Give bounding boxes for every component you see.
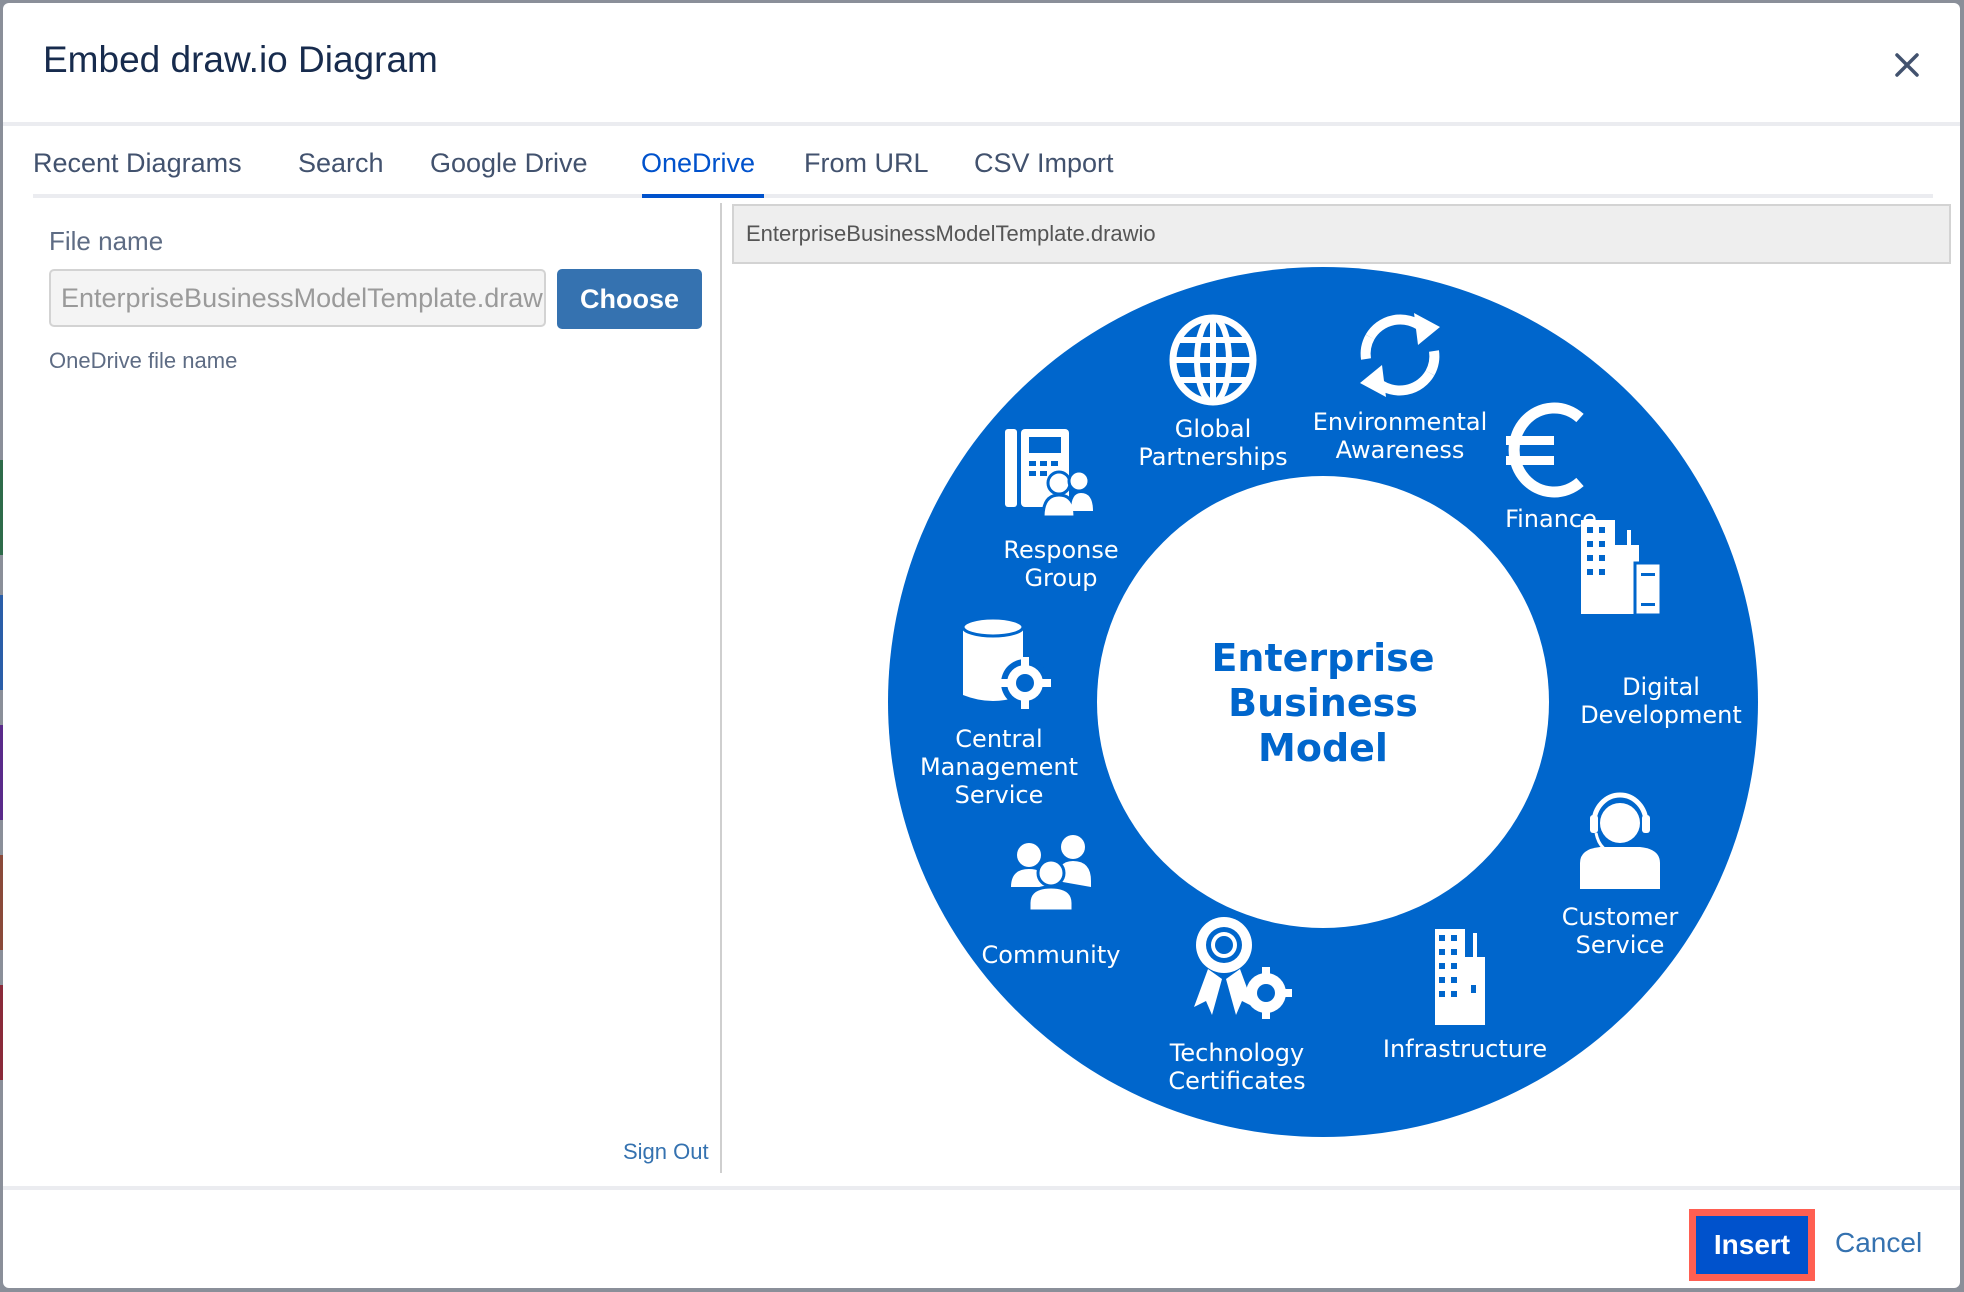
insert-button[interactable]: Insert [1696, 1216, 1808, 1274]
close-button[interactable] [1889, 47, 1925, 83]
preview-filename-bar: EnterpriseBusinessModelTemplate.drawio [732, 204, 1951, 264]
tab-search[interactable]: Search [298, 148, 384, 179]
segment-label: Infrastructure [1383, 1035, 1547, 1063]
tab-csv-import[interactable]: CSV Import [974, 148, 1114, 179]
center-title-line-3: Model [1258, 726, 1388, 770]
close-icon [1895, 53, 1919, 77]
segment-label: Technology Certificates [1168, 1039, 1305, 1095]
sign-out-link[interactable]: Sign Out [623, 1139, 709, 1165]
footer-divider [3, 1186, 1960, 1190]
center-title-line-1: Enterprise [1211, 636, 1434, 680]
segment-label: Community [982, 941, 1121, 969]
tab-from-url[interactable]: From URL [804, 148, 929, 179]
file-name-hint: OneDrive file name [49, 348, 238, 373]
choose-button[interactable]: Choose [557, 269, 702, 329]
panel-divider [720, 203, 722, 1173]
diagram-preview: Enterprise Business Model Global Partners… [888, 267, 1758, 1137]
cancel-button[interactable]: Cancel [1835, 1227, 1922, 1259]
preview-filename: EnterpriseBusinessModelTemplate.drawio [746, 221, 1156, 246]
active-tab-underline [642, 194, 764, 198]
file-name-input[interactable]: EnterpriseBusinessModelTemplate.drawio [49, 269, 546, 327]
center-title-line-2: Business [1228, 681, 1418, 725]
globe-icon [1169, 314, 1257, 406]
segment-label: Customer Service [1562, 903, 1679, 959]
header-divider [3, 122, 1960, 126]
file-name-label: File name [49, 226, 164, 256]
tab-recent-diagrams[interactable]: Recent Diagrams [33, 148, 242, 179]
dialog-title: Embed draw.io Diagram [43, 39, 438, 80]
embed-dialog: Embed draw.io Diagram Recent Diagrams Se… [3, 3, 1960, 1288]
tab-bar-line [33, 194, 1933, 198]
segment-label: Environmental Awareness [1313, 408, 1488, 464]
tab-onedrive[interactable]: OneDrive [641, 148, 755, 179]
tab-google-drive[interactable]: Google Drive [430, 148, 588, 179]
